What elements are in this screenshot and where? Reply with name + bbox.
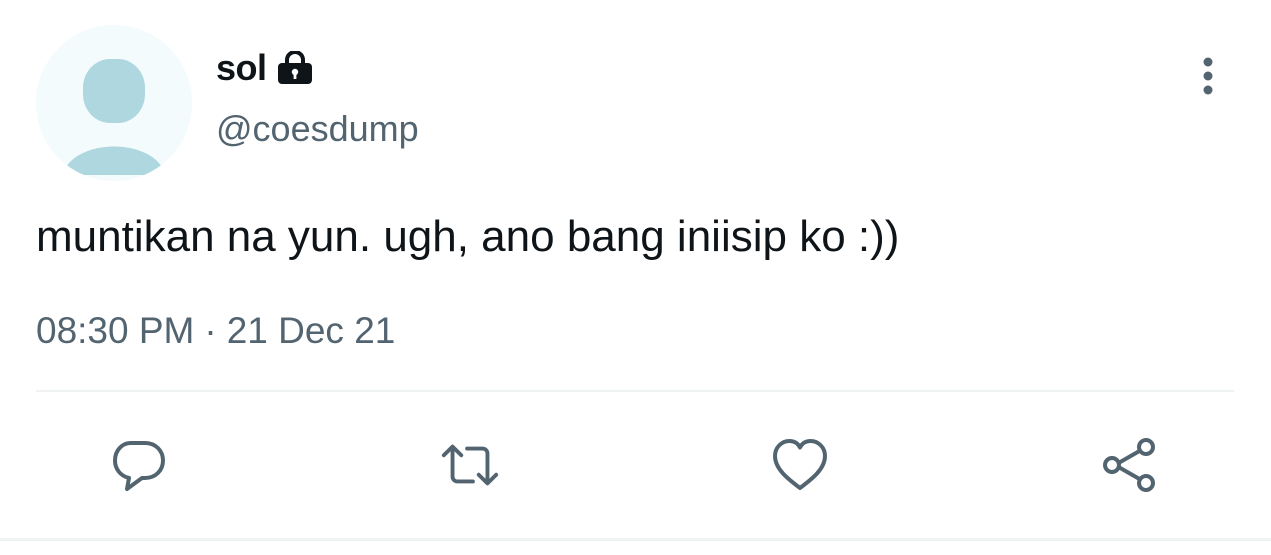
retweet-icon	[441, 444, 499, 486]
reply-button[interactable]	[107, 433, 171, 497]
author-name-row: sol	[216, 44, 315, 92]
tweet-time: 08:30 PM	[36, 310, 195, 351]
tweet-text: muntikan na yun. ugh, ano bang iniisip k…	[36, 212, 900, 261]
retweet-button[interactable]	[438, 433, 502, 497]
display-name[interactable]: sol	[216, 47, 267, 89]
heart-icon	[773, 439, 827, 490]
tweet-date: 21 Dec 21	[226, 310, 396, 351]
bottom-divider	[0, 538, 1271, 541]
share-icon	[1103, 438, 1155, 492]
share-button[interactable]	[1098, 433, 1162, 497]
tweet-card: sol @coesdump muntikan na yun. ugh, ano …	[0, 0, 1271, 555]
more-vertical-icon	[1203, 57, 1213, 95]
tweet-timestamp[interactable]: 08:30 PM · 21 Dec 21	[36, 310, 395, 352]
author-handle[interactable]: @coesdump	[216, 108, 419, 150]
divider	[36, 390, 1234, 392]
default-profile-icon	[36, 25, 192, 181]
comment-icon	[113, 441, 165, 491]
more-options-button[interactable]	[1186, 50, 1230, 102]
avatar[interactable]	[36, 25, 192, 181]
lock-icon	[275, 48, 315, 88]
like-button[interactable]	[768, 433, 832, 497]
meta-separator: ·	[204, 310, 217, 351]
